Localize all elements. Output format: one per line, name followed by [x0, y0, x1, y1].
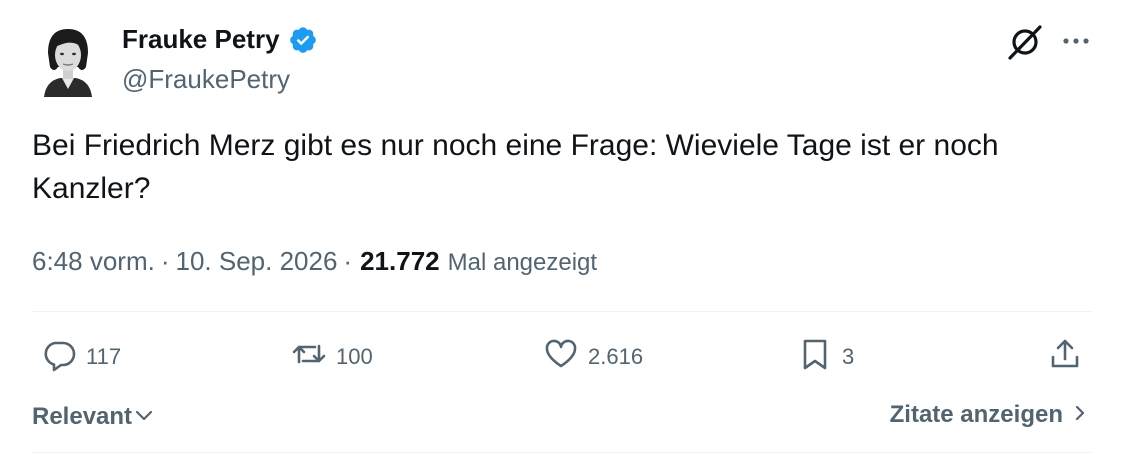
- heart-icon: [542, 335, 580, 379]
- meta-separator: ·: [343, 246, 353, 276]
- view-count-label: Mal angezeigt: [447, 249, 598, 276]
- like-button[interactable]: 2.616: [542, 336, 643, 378]
- avatar-image: [36, 23, 100, 97]
- sort-dropdown[interactable]: Relevant: [32, 401, 154, 432]
- bookmark-button[interactable]: 3: [796, 336, 854, 378]
- tweet-text: Bei Friedrich Merz gibt es nur noch eine…: [32, 129, 999, 205]
- chevron-down-icon: [132, 401, 154, 432]
- bookmark-count: 3: [842, 344, 855, 369]
- divider: [32, 452, 1092, 453]
- reply-button[interactable]: 117: [40, 336, 121, 378]
- reply-count: 117: [86, 344, 122, 369]
- repost-button[interactable]: 100: [290, 336, 373, 378]
- tweet-date[interactable]: 10. Sep. 2026: [176, 246, 338, 277]
- meta-separator: ·: [160, 246, 170, 276]
- tweet-time[interactable]: 6:48 vorm.: [32, 246, 155, 277]
- avatar[interactable]: [36, 23, 100, 97]
- share-icon: [1046, 335, 1084, 379]
- reply-icon: [40, 335, 78, 379]
- show-quotes-link[interactable]: Zitate anzeigen: [890, 401, 1089, 429]
- grok-icon[interactable]: [1006, 24, 1044, 60]
- repost-count: 100: [336, 344, 373, 369]
- chevron-right-icon: [1063, 401, 1089, 429]
- bookmark-icon: [796, 335, 834, 379]
- like-count: 2.616: [588, 344, 644, 369]
- author-name-row: Frauke Petry: [122, 24, 318, 55]
- author-handle[interactable]: @FraukePetry: [122, 64, 290, 95]
- sort-label: Relevant: [32, 402, 133, 430]
- divider: [32, 311, 1092, 312]
- view-count: 21.772: [360, 246, 440, 276]
- more-icon[interactable]: [1058, 28, 1094, 54]
- quotes-label: Zitate anzeigen: [889, 401, 1063, 428]
- share-button[interactable]: [1046, 336, 1084, 378]
- verified-badge-icon[interactable]: [288, 25, 318, 55]
- author-name[interactable]: Frauke Petry: [122, 24, 280, 55]
- tweet-meta: 6:48 vorm. · 10. Sep. 2026 · 21.772 Mal …: [32, 246, 597, 277]
- repost-icon: [290, 335, 328, 379]
